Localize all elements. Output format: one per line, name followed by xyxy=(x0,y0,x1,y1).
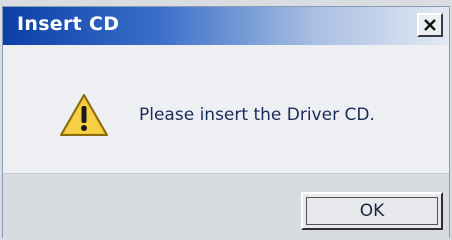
insert-cd-dialog: Insert CD Please insert the Driver CD. O… xyxy=(2,6,450,238)
dialog-message: Please insert the Driver CD. xyxy=(139,105,375,125)
title-bar[interactable]: Insert CD xyxy=(3,7,449,45)
dialog-footer: OK xyxy=(3,173,449,238)
dialog-title: Insert CD xyxy=(17,13,120,35)
ok-button-label: OK xyxy=(359,201,385,221)
close-icon xyxy=(424,19,436,31)
dialog-body: Please insert the Driver CD. xyxy=(3,45,449,173)
close-button[interactable] xyxy=(417,13,443,37)
warning-icon xyxy=(60,94,108,136)
ok-button[interactable]: OK xyxy=(301,192,443,230)
